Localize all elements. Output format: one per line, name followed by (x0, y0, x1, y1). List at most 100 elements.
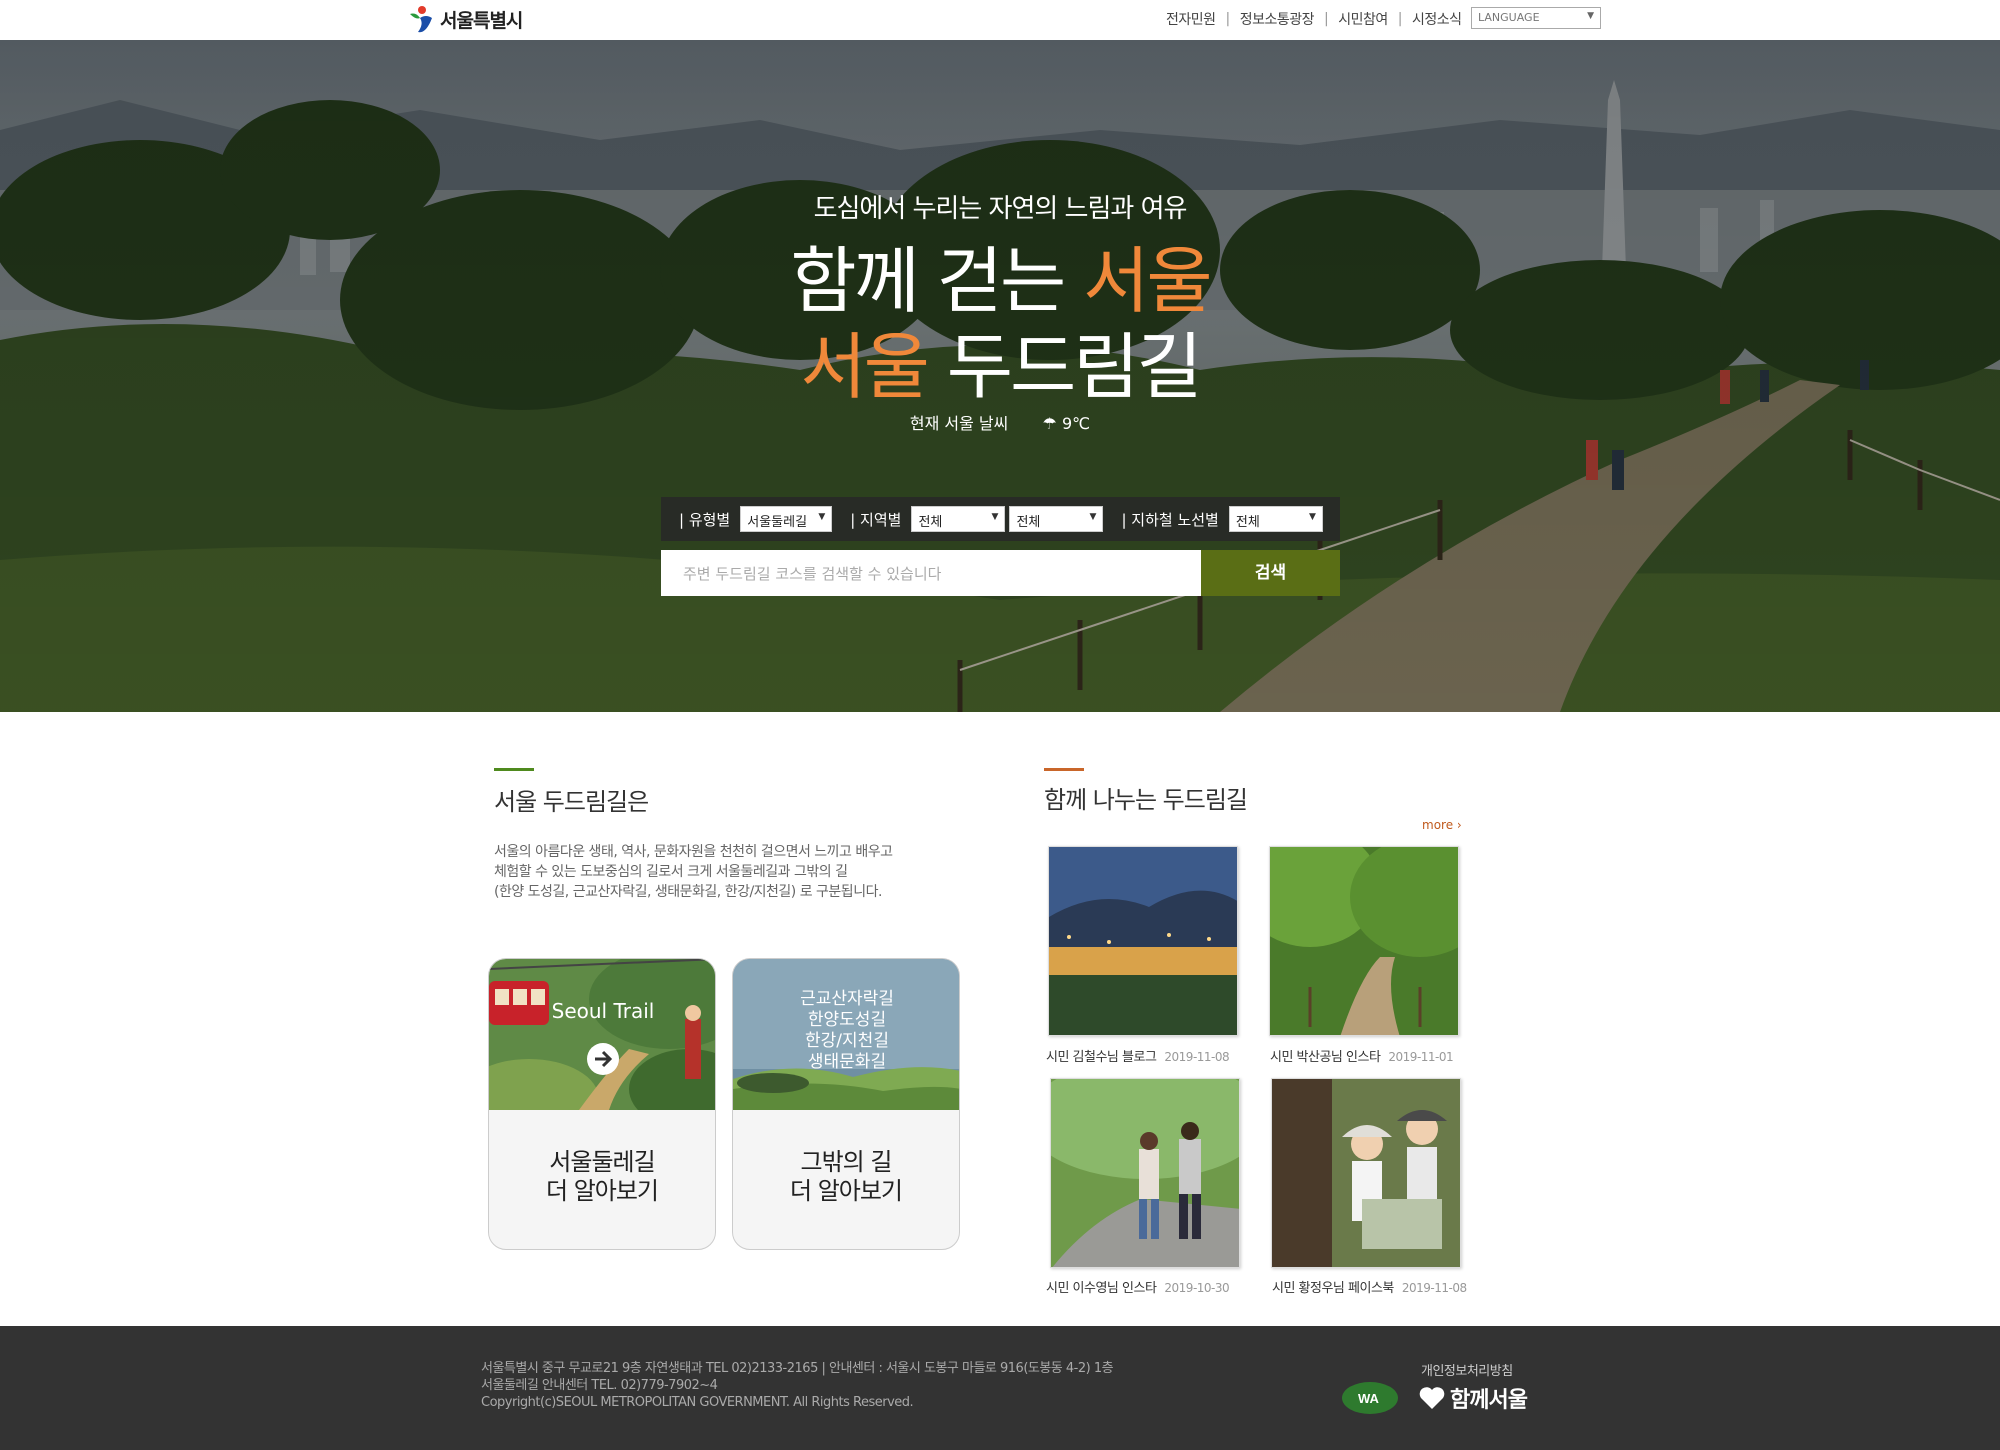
forest-path-photo (1270, 847, 1458, 1035)
subway-filter-label: | 지하철 노선별 (1121, 510, 1219, 529)
chevron-down-icon: ▼ (1587, 11, 1594, 21)
share-caption-2-text[interactable]: 시민 박산공님 인스타 (1270, 1050, 1381, 1065)
share-caption-3-text[interactable]: 시민 이수영님 인스타 (1046, 1281, 1157, 1296)
type-filter-label: | 유형별 (679, 510, 731, 529)
share-caption-1: 시민 김철수님 블로그 2019-11-08 (1046, 1046, 1230, 1065)
other-trails-card[interactable]: 근교산자락길 한양도성길 한강/지천길 생태문화길 그밖의 길 더 알아보기 (732, 958, 960, 1250)
share-photo-2[interactable] (1269, 846, 1459, 1036)
share-caption-1-date: 2019-11-08 (1164, 1050, 1230, 1064)
web-accessibility-mark-icon: WA (1342, 1382, 1398, 1414)
share-title: 함께 나누는 두드림길 (1044, 786, 1248, 814)
other-trails-image-labels: 근교산자락길 한양도성길 한강/지천길 생태문화길 (733, 989, 959, 1073)
other-trails-image-line2: 한양도성길 (807, 1010, 887, 1030)
nav-citizen-participation[interactable]: 시민참여 (1338, 9, 1388, 29)
about-line-2: 체험할 수 있는 도보중심의 길로서 크게 서울둘레길과 그밖의 길 (494, 864, 848, 880)
share-caption-2: 시민 박산공님 인스타 2019-11-01 (1270, 1046, 1454, 1065)
region-filter-label: | 지역별 (850, 510, 902, 529)
other-trails-card-line2: 더 알아보기 (789, 1177, 903, 1205)
region-select-2-value: 전체 (1016, 515, 1041, 530)
nav-e-petition[interactable]: 전자민원 (1166, 9, 1216, 29)
share-caption-3-date: 2019-10-30 (1164, 1281, 1230, 1295)
other-trails-image-line3: 한강/지천길 (805, 1031, 889, 1051)
search-row: 주변 두드림길 코스를 검색할 수 있습니다 검색 (661, 550, 1340, 596)
about-line-1: 서울의 아름다운 생태, 역사, 문화자원을 천천히 걸으면서 느끼고 배우고 (494, 844, 893, 860)
global-nav: 전자민원 | 정보소통광장 | 시민참여 | 시정소식 (1166, 9, 1462, 29)
logo-text: 서울특별시 (440, 9, 523, 32)
chevron-down-icon: ▼ (991, 512, 999, 522)
language-select-value: LANGUAGE (1478, 11, 1540, 24)
more-link[interactable]: more › (1422, 818, 1462, 832)
couple-walking-photo (1051, 1079, 1239, 1267)
share-caption-4-date: 2019-11-08 (1401, 1281, 1467, 1295)
footer: 서울특별시 중구 무교로21 9층 자연생태과 TEL 02)2133-2165… (0, 1326, 2000, 1450)
nav-separator: | (1397, 11, 1403, 27)
chevron-down-icon: ▼ (818, 512, 826, 522)
other-trails-illustration: 근교산자락길 한양도성길 한강/지천길 생태문화길 (733, 959, 959, 1110)
weather-label: 현재 서울 날씨 (909, 414, 1009, 433)
hero-title-line2: 서울 두드림길 (0, 308, 2000, 413)
share-caption-2-date: 2019-11-01 (1388, 1050, 1454, 1064)
chevron-down-icon: ▼ (1089, 512, 1097, 522)
nav-info-plaza[interactable]: 정보소통광장 (1240, 9, 1315, 29)
hero-title-line2-white: 두드림길 (926, 325, 1203, 409)
about-title: 서울 두드림길은 (494, 788, 649, 816)
language-select[interactable]: LANGUAGE ▼ (1471, 7, 1601, 29)
region-select-1[interactable]: 전체 ▼ (911, 506, 1006, 532)
share-caption-1-text[interactable]: 시민 김철수님 블로그 (1046, 1050, 1157, 1065)
hero-title-line2-orange: 서울 (800, 325, 929, 409)
other-trails-image-line4: 생태문화길 (807, 1052, 887, 1072)
seoul-trail-card-text: 서울둘레길 더 알아보기 (489, 1110, 715, 1206)
seoul-trail-card-line1: 서울둘레길 (549, 1148, 655, 1176)
type-select-value: 서울둘레길 (747, 515, 808, 530)
share-caption-4: 시민 황정우님 페이스북 2019-11-08 (1272, 1277, 1467, 1296)
seoul-logo-icon (410, 6, 432, 33)
couple-with-map-photo (1272, 1079, 1460, 1267)
footer-address-line2: 서울둘레길 안내센터 TEL. 02)779-7902~4 (481, 1378, 718, 1393)
chevron-down-icon: ▼ (1308, 512, 1316, 522)
search-filter-bar: | 유형별 서울둘레길 ▼ | 지역별 전체 ▼ 전체 ▼ | 지하철 노선별 … (661, 497, 1340, 541)
umbrella-icon: ☂ (1042, 414, 1057, 433)
seoul-logo[interactable]: 서울특별시 (406, 4, 523, 34)
share-photo-1[interactable] (1048, 846, 1238, 1036)
chevron-right-icon: › (1456, 818, 1462, 832)
region-select-1-value: 전체 (918, 515, 943, 530)
subway-select[interactable]: 전체 ▼ (1228, 506, 1323, 532)
nav-separator: | (1225, 11, 1231, 27)
type-select[interactable]: 서울둘레길 ▼ (740, 506, 833, 532)
share-caption-4-text[interactable]: 시민 황정우님 페이스북 (1272, 1281, 1394, 1296)
region-select-2[interactable]: 전체 ▼ (1009, 506, 1104, 532)
other-trails-card-line1: 그밖의 길 (800, 1148, 893, 1176)
search-input[interactable]: 주변 두드림길 코스를 검색할 수 있습니다 (661, 550, 1201, 596)
privacy-policy-link[interactable]: 개인정보처리방침 (1421, 1360, 1513, 1379)
share-photo-4[interactable] (1271, 1078, 1461, 1268)
nav-separator: | (1324, 11, 1329, 27)
about-line-3: (한양 도성길, 근교산자락길, 생태문화길, 한강/지천길) 로 구분됩니다. (494, 884, 882, 900)
night-fortress-photo (1049, 847, 1237, 1035)
share-caption-3: 시민 이수영님 인스타 2019-10-30 (1046, 1277, 1230, 1296)
seoul-trail-card[interactable]: Seoul Trail 서울둘레길 더 알아보기 (488, 958, 716, 1250)
together-seoul-text: 함께서울 (1450, 1388, 1528, 1413)
about-description: 서울의 아름다운 생태, 역사, 문화자원을 천천히 걸으면서 느끼고 배우고 … (494, 842, 974, 902)
trail-illustration-image (489, 959, 715, 1110)
seoul-trail-illustration: Seoul Trail (489, 959, 715, 1110)
footer-address-line1: 서울특별시 중구 무교로21 9층 자연생태과 TEL 02)2133-2165… (481, 1361, 1114, 1376)
more-link-label: more (1422, 818, 1454, 832)
nav-city-news[interactable]: 시정소식 (1412, 9, 1462, 29)
hero-banner: 도심에서 누리는 자연의 느림과 여유 함께 걷는 서울 서울 두드림길 현재 … (0, 40, 2000, 712)
seoul-trail-card-line2: 더 알아보기 (545, 1177, 659, 1205)
subway-select-value: 전체 (1235, 515, 1260, 530)
hero-subtitle: 도심에서 누리는 자연의 느림과 여유 (813, 194, 1188, 224)
heart-icon (1419, 1387, 1445, 1409)
section-accent-bar (1044, 768, 1084, 771)
search-button[interactable]: 검색 (1201, 550, 1340, 596)
footer-address: 서울특별시 중구 무교로21 9층 자연생태과 TEL 02)2133-2165… (481, 1360, 1114, 1411)
footer-copyright: Copyright(c)SEOUL METROPOLITAN GOVERNMEN… (481, 1395, 914, 1410)
other-trails-card-text: 그밖의 길 더 알아보기 (733, 1110, 959, 1206)
weather-value: 9℃ (1061, 414, 1091, 433)
together-seoul-logo: 함께서울 (1418, 1382, 1528, 1414)
seoul-trail-image-label: Seoul Trail (551, 999, 655, 1023)
other-trails-image-line1: 근교산자락길 (800, 989, 894, 1009)
weather-info: 현재 서울 날씨 ☂ 9℃ (0, 410, 2000, 434)
wa-mark-text: WA (1358, 1391, 1380, 1406)
share-photo-3[interactable] (1050, 1078, 1240, 1268)
